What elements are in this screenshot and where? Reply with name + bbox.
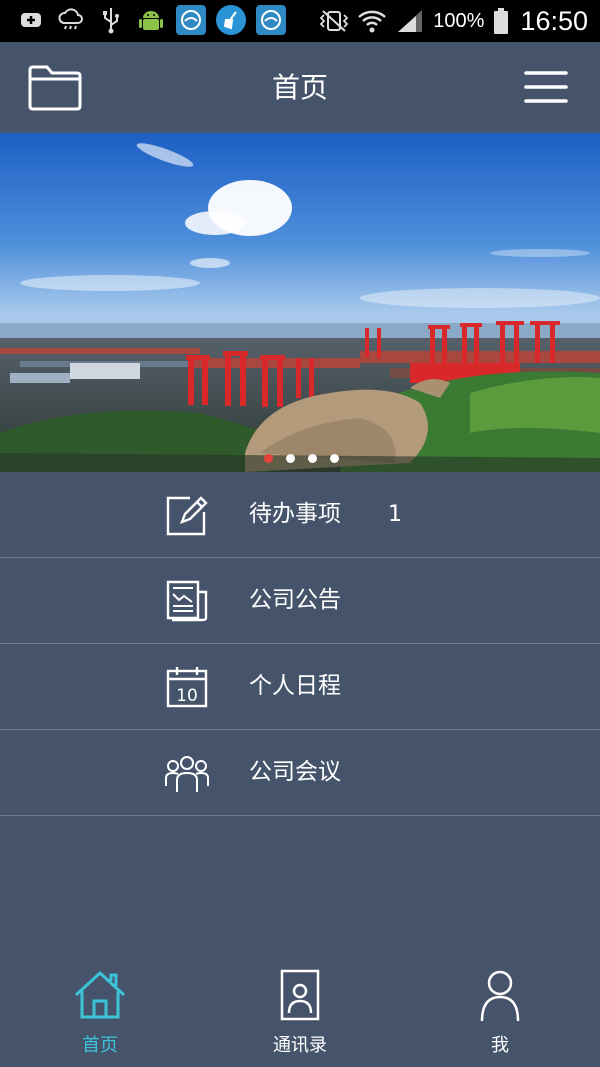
newspaper-icon [164, 578, 210, 624]
function-menu: 待办事项 1 公司公告 10 个人日程 公司会议 [0, 472, 600, 816]
folder-icon [28, 65, 82, 111]
menu-label: 待办事项 [249, 501, 341, 527]
vibrate-icon [319, 6, 349, 36]
battery-percent: 100% [433, 9, 485, 32]
menu-label: 公司会议 [249, 759, 341, 785]
menu-label: 个人日程 [249, 673, 341, 699]
contact-card-icon [272, 967, 328, 1023]
clock: 16:50 [520, 5, 588, 36]
home-icon [72, 967, 128, 1023]
carousel-dot-1[interactable] [264, 454, 273, 463]
battery-icon [492, 6, 510, 36]
signal-icon [395, 6, 425, 36]
carousel-dot-4[interactable] [330, 454, 339, 463]
nav-label: 首页 [82, 1035, 118, 1056]
todo-count-badge: 1 [388, 502, 402, 527]
menu-label: 公司公告 [249, 587, 341, 613]
carousel-dot-2[interactable] [286, 454, 295, 463]
cloud-drizzle-icon [56, 5, 86, 35]
person-icon [472, 967, 528, 1023]
system-status: 100% 16:50 [319, 4, 588, 38]
android-icon [136, 5, 166, 35]
edit-note-icon [164, 492, 210, 538]
broom-icon [216, 5, 246, 35]
banner-carousel[interactable] [0, 133, 600, 472]
notification-icons [16, 5, 286, 35]
menu-icon [524, 71, 568, 103]
wifi-icon [357, 6, 387, 36]
menu-item-todo[interactable]: 待办事项 1 [0, 472, 600, 558]
app-header: 首页 [0, 42, 600, 133]
app-notification-icon [256, 5, 286, 35]
menu-item-announcement[interactable]: 公司公告 [0, 558, 600, 644]
nav-label: 通讯录 [273, 1035, 327, 1056]
menu-item-meeting[interactable]: 公司会议 [0, 730, 600, 816]
nav-item-me[interactable]: 我 [400, 955, 600, 1067]
app-notification-icon [176, 5, 206, 35]
add-box-icon [16, 5, 46, 35]
folder-button[interactable] [26, 62, 84, 112]
menu-button[interactable] [524, 70, 568, 104]
menu-item-schedule[interactable]: 10 个人日程 [0, 644, 600, 730]
nav-label: 我 [491, 1035, 509, 1056]
port-photo [0, 133, 600, 472]
calendar-icon: 10 [164, 664, 210, 710]
group-icon [164, 750, 210, 796]
calendar-day-text: 10 [176, 686, 198, 706]
carousel-indicator [264, 454, 339, 463]
usb-icon [96, 5, 126, 35]
bottom-navigation: 首页 通讯录 我 [0, 955, 600, 1067]
carousel-dot-3[interactable] [308, 454, 317, 463]
page-title: 首页 [271, 71, 328, 104]
nav-item-home[interactable]: 首页 [0, 955, 200, 1067]
nav-item-contacts[interactable]: 通讯录 [200, 955, 400, 1067]
status-bar: 100% 16:50 [0, 0, 600, 42]
